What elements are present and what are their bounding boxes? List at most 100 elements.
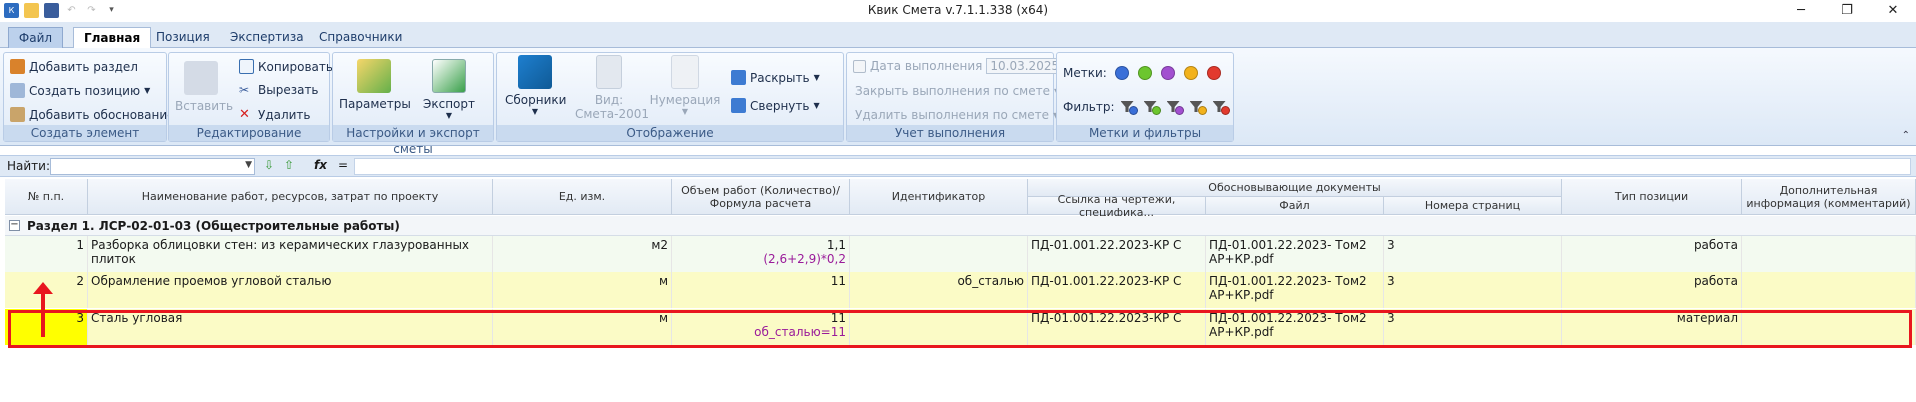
group-caption-marks: Метки и фильтры [1057, 125, 1233, 141]
filter-blue-icon[interactable] [1120, 99, 1138, 115]
group-edit: Вставить Копировать ✂ Вырезать ✕ Удалить… [168, 52, 333, 142]
numbering-icon [671, 55, 699, 89]
delete-exec-dropdown[interactable]: Удалить выполнения по смете ▼ [855, 108, 1059, 122]
add-justification-icon [10, 107, 25, 122]
find-input[interactable]: ▼ [50, 158, 255, 175]
create-position-icon [10, 83, 25, 98]
group-caption-display: Отображение [497, 125, 843, 141]
minimize-icon[interactable]: ─ [1778, 0, 1824, 20]
cell-unit: м2 [493, 236, 672, 272]
table-row[interactable]: 1 Разборка облицовки стен: из керамическ… [5, 236, 1916, 272]
chevron-down-icon: ▼ [445, 111, 453, 120]
find-previous-icon[interactable]: ⇧ [284, 158, 294, 172]
collapse-ribbon-icon[interactable]: ⌃ [1902, 130, 1910, 141]
cell-extra [1742, 272, 1916, 308]
export-button[interactable]: Экспорт ▼ [419, 59, 479, 120]
numbering-button[interactable]: Нумерация ▼ [649, 55, 721, 116]
filter-green-icon[interactable] [1143, 99, 1161, 115]
cell-file: ПД-01.001.22.2023- Том2 АР+КР.pdf [1206, 236, 1384, 272]
group-marks: Метки: Фильтр: Метки и фильтры [1056, 52, 1234, 142]
export-icon [432, 59, 466, 93]
collapse-icon [731, 98, 746, 113]
table-row[interactable]: 2 Обрамление проемов угловой сталью м 11… [5, 272, 1916, 308]
mark-red-button[interactable] [1206, 66, 1221, 80]
add-justification-button[interactable]: Добавить обоснование [10, 107, 175, 122]
cut-button[interactable]: ✂ Вырезать [239, 83, 319, 97]
chevron-down-icon[interactable]: ▼ [245, 160, 252, 170]
col-header-volume[interactable]: Объем работ (Количество)/ Формула расчет… [672, 179, 850, 215]
tab-file[interactable]: Файл [8, 27, 63, 49]
group-caption-settings: Настройки и экспорт сметы [333, 125, 493, 156]
filter-purple-icon[interactable] [1166, 99, 1184, 115]
find-label: Найти: [7, 159, 51, 173]
col-header-docs-file[interactable]: Файл [1206, 197, 1384, 215]
expand-button[interactable]: Раскрыть ▼ [731, 70, 820, 85]
cell-volume: 1,1 (2,6+2,9)*0,2 [672, 236, 850, 272]
cell-num: 1 [5, 236, 88, 272]
ribbon: Добавить раздел Создать позицию ▼ Добави… [0, 48, 1916, 156]
view-dropdown[interactable]: Вид: Смета-2001 [575, 55, 649, 121]
col-header-unit[interactable]: Ед. изм. [493, 179, 672, 215]
window-title: Квик Смета v.7.1.1.338 (x64) [867, 3, 1049, 17]
restore-icon[interactable]: ❐ [1824, 0, 1870, 20]
delete-x-icon: ✕ [239, 107, 250, 122]
group-settings-export: Параметры Экспорт ▼ Настройки и экспорт … [332, 52, 494, 156]
mark-green-button[interactable] [1137, 66, 1152, 80]
cell-link: ПД-01.001.22.2023-КР С [1028, 236, 1206, 272]
cell-link: ПД-01.001.22.2023-КР С [1028, 272, 1206, 308]
highlight-box [8, 310, 1912, 348]
col-header-type[interactable]: Тип позиции [1562, 179, 1742, 215]
col-header-identifier[interactable]: Идентификатор [850, 179, 1028, 215]
col-header-docs-link[interactable]: Ссылка на чертежи, специфика... [1028, 193, 1206, 219]
exec-date-checkbox[interactable]: Дата выполнения 10.03.2025 ▾ [853, 58, 1073, 74]
copy-button[interactable]: Копировать [239, 59, 333, 74]
col-header-name[interactable]: Наименование работ, ресурсов, затрат по … [88, 179, 493, 215]
cell-type: работа [1562, 236, 1742, 272]
tab-expertise[interactable]: Экспертиза [220, 27, 314, 49]
copy-icon [239, 59, 254, 74]
filter-orange-icon[interactable] [1189, 99, 1207, 115]
mark-purple-button[interactable] [1160, 66, 1175, 80]
group-caption-create: Создать элемент [4, 125, 166, 141]
col-header-docs-pages[interactable]: Номера страниц [1384, 197, 1562, 215]
cell-extra [1742, 236, 1916, 272]
cell-formula: (2,6+2,9)*0,2 [763, 252, 846, 266]
group-caption-edit: Редактирование [169, 125, 329, 141]
ribbon-tabs: Файл Главная Позиция Экспертиза Справочн… [0, 22, 1916, 49]
find-next-icon[interactable]: ⇩ [264, 158, 274, 172]
col-header-extra[interactable]: Дополнительная информация (комментарий) [1742, 179, 1916, 215]
tab-home[interactable]: Главная [73, 27, 152, 49]
cell-unit: м [493, 272, 672, 308]
group-caption-execution: Учет выполнения [847, 125, 1053, 141]
mark-blue-button[interactable] [1114, 66, 1129, 80]
tab-position[interactable]: Позиция [146, 27, 220, 49]
close-exec-dropdown[interactable]: Закрыть выполнения по смете ▼ [855, 84, 1060, 98]
function-fx-icon[interactable]: fx [314, 158, 327, 172]
collapse-section-icon[interactable]: − [9, 220, 20, 231]
add-section-button[interactable]: Добавить раздел [10, 59, 138, 74]
create-position-button[interactable]: Создать позицию ▼ [10, 83, 150, 98]
delete-button[interactable]: ✕ Удалить [239, 107, 311, 122]
formula-field[interactable] [354, 158, 1911, 175]
filter-red-icon[interactable] [1212, 99, 1230, 115]
chevron-down-icon: ▼ [813, 101, 820, 110]
section-row[interactable]: − Раздел 1. ЛСР-02-01-03 (Общестроительн… [5, 216, 1916, 236]
params-button[interactable]: Параметры [339, 59, 411, 111]
col-header-num[interactable]: № п.п. [5, 179, 88, 215]
chevron-down-icon: ▼ [531, 107, 539, 116]
mark-orange-button[interactable] [1183, 66, 1198, 80]
scissors-icon: ✂ [239, 83, 250, 97]
close-icon[interactable]: ✕ [1870, 0, 1916, 20]
cell-identifier [850, 236, 1028, 272]
equals-sign: = [338, 158, 349, 172]
collapse-button[interactable]: Свернуть ▼ [731, 98, 820, 113]
chevron-down-icon: ▼ [681, 107, 689, 116]
cell-pages: 3 [1384, 236, 1562, 272]
paste-button[interactable]: Вставить [175, 61, 233, 113]
tab-references[interactable]: Справочники [309, 27, 412, 49]
find-bar: Найти: ▼ ⇩ ⇧ fx = [0, 155, 1916, 177]
group-display: Сборники ▼ Вид: Смета-2001 Нумерация ▼ Р… [496, 52, 844, 142]
group-execution: Дата выполнения 10.03.2025 ▾ Закрыть вып… [846, 52, 1073, 142]
collections-button[interactable]: Сборники ▼ [505, 55, 566, 116]
title-bar: К ↶ ↷ ▾ Квик Смета v.7.1.1.338 (x64) ─ ❐… [0, 0, 1916, 20]
